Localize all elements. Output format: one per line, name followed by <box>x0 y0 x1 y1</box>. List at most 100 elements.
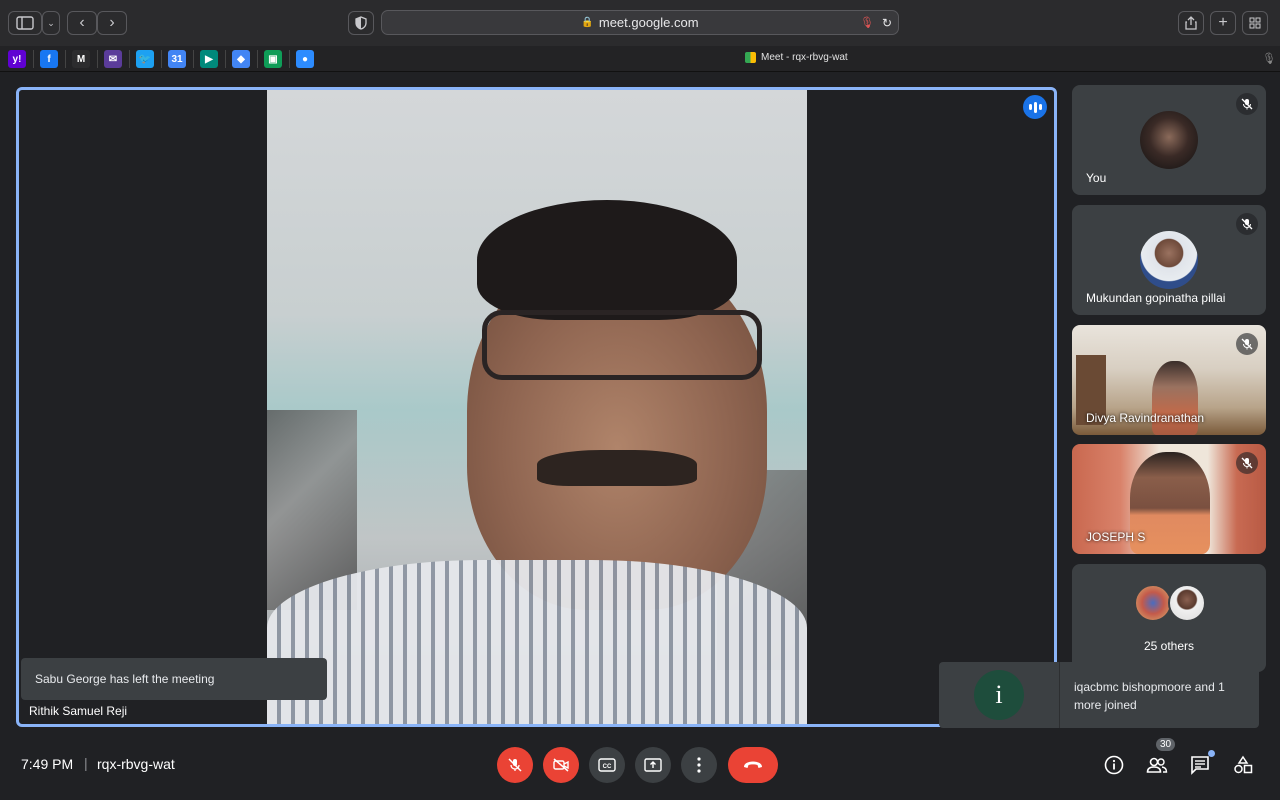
bookmark-separator <box>289 50 290 68</box>
meeting-separator: | <box>84 755 88 771</box>
avatar <box>1134 584 1172 622</box>
browser-toolbar: ⌄ ‹ › 🔒 meet.google.com 🎙 ↻ + <box>0 0 1280 46</box>
main-speaker-video <box>267 90 807 724</box>
microphone-icon[interactable]: 🎙 <box>860 16 874 29</box>
avatar <box>1168 584 1206 622</box>
reload-icon[interactable]: ↻ <box>882 16 892 30</box>
captions-button[interactable]: CC <box>589 747 625 783</box>
lock-icon: 🔒 <box>581 17 594 28</box>
leave-call-button[interactable] <box>728 747 778 783</box>
gmail-icon[interactable]: M <box>72 50 90 68</box>
share-button[interactable] <box>1178 11 1204 35</box>
classroom-icon[interactable]: ▣ <box>264 50 282 68</box>
participant-name: Mukundan gopinatha pillai <box>1086 291 1226 305</box>
participant-name: JOSEPH S <box>1086 530 1146 544</box>
zoom-icon[interactable]: ● <box>296 50 314 68</box>
mail-icon[interactable]: ✉ <box>104 50 122 68</box>
present-icon <box>644 758 662 772</box>
sidebar-menu-button[interactable]: ⌄ <box>42 11 60 35</box>
notification-text: Sabu George has left the meeting <box>35 672 215 686</box>
meeting-time: 7:49 PM <box>21 756 74 772</box>
tab-overview-button[interactable] <box>1242 11 1268 35</box>
participant-tile-you[interactable]: You <box>1072 85 1266 195</box>
chat-notification-dot <box>1208 750 1215 757</box>
others-tile[interactable]: 25 others <box>1072 564 1266 672</box>
others-count: 25 others <box>1143 639 1195 653</box>
chat-button[interactable] <box>1187 750 1215 778</box>
left-meeting-notification: Sabu George has left the meeting <box>21 658 327 700</box>
sidebar-icon <box>16 16 34 30</box>
activities-button[interactable] <box>1230 752 1256 778</box>
chevron-down-icon: ⌄ <box>47 17 55 28</box>
participant-count-badge: 30 <box>1156 738 1176 751</box>
participant-tile-mukundan[interactable]: Mukundan gopinatha pillai <box>1072 205 1266 315</box>
meeting-details-button[interactable] <box>1101 752 1127 778</box>
participant-name: You <box>1086 171 1107 185</box>
participant-tile-divya[interactable]: Divya Ravindranathan <box>1072 325 1266 435</box>
bookmark-separator <box>161 50 162 68</box>
forward-button[interactable]: › <box>97 11 127 35</box>
calendar-icon[interactable]: 31 <box>168 50 186 68</box>
chat-icon <box>1191 756 1209 775</box>
bookmarks-bar: y! f M ✉ 🐦 31 ▶ ◆ ▣ ● <box>0 46 1280 72</box>
meeting-code: rqx-rbvg-wat <box>97 756 175 772</box>
mic-off-icon <box>1236 213 1258 235</box>
url-text: meet.google.com <box>598 15 699 30</box>
people-icon <box>1146 757 1168 773</box>
mic-off-icon <box>508 758 522 772</box>
notification-text: iqacbmc bishopmoore and 1 more joined <box>1074 680 1225 712</box>
svg-text:CC: CC <box>603 764 612 770</box>
tab-title: Meet - rqx-rbvg-wat <box>761 52 848 63</box>
info-icon: i <box>974 670 1024 720</box>
yahoo-icon[interactable]: y! <box>8 50 26 68</box>
bookmark-separator <box>129 50 130 68</box>
end-call-icon <box>744 761 762 768</box>
bookmark-separator <box>65 50 66 68</box>
audio-wave-icon <box>1028 101 1042 113</box>
main-video-stage[interactable]: Rithik Samuel Reji <box>16 87 1057 727</box>
present-screen-button[interactable] <box>635 747 671 783</box>
shield-icon <box>355 16 367 30</box>
bookmark-separator <box>193 50 194 68</box>
meet-favicon-icon <box>745 52 756 63</box>
share-icon <box>1185 16 1197 30</box>
speaking-indicator <box>1023 95 1047 119</box>
active-tab[interactable]: Meet - rqx-rbvg-wat <box>745 52 848 63</box>
privacy-button[interactable] <box>348 11 374 35</box>
participant-name: Divya Ravindranathan <box>1086 411 1205 425</box>
camera-off-icon <box>553 758 569 772</box>
camera-toggle-button[interactable] <box>543 747 579 783</box>
grid-icon <box>1249 17 1261 29</box>
participants-button[interactable]: 30 <box>1144 738 1176 778</box>
avatar <box>1140 231 1198 289</box>
speaker-name: Rithik Samuel Reji <box>29 704 128 718</box>
mic-off-icon <box>1236 452 1258 474</box>
back-button[interactable]: ‹ <box>67 11 97 35</box>
microphone-toggle-button[interactable] <box>497 747 533 783</box>
meet-icon[interactable]: ▶ <box>200 50 218 68</box>
avatar <box>1140 111 1198 169</box>
bookmark-separator <box>33 50 34 68</box>
info-circle-icon <box>1104 755 1124 775</box>
address-bar[interactable]: 🔒 meet.google.com 🎙 ↻ <box>381 10 899 35</box>
mic-off-icon <box>1236 93 1258 115</box>
twitter-icon[interactable]: 🐦 <box>136 50 154 68</box>
plus-icon: + <box>1218 14 1228 31</box>
facebook-icon[interactable]: f <box>40 50 58 68</box>
bookmark-separator <box>257 50 258 68</box>
chevron-left-icon: ‹ <box>79 14 85 31</box>
closed-captions-icon: CC <box>598 758 616 772</box>
more-vertical-icon <box>697 757 701 773</box>
chevron-right-icon: › <box>109 14 115 31</box>
bookmark-separator <box>225 50 226 68</box>
more-options-button[interactable] <box>681 747 717 783</box>
shapes-icon <box>1234 755 1253 774</box>
maps-icon[interactable]: ◆ <box>232 50 250 68</box>
mic-off-icon <box>1236 333 1258 355</box>
tab-audio-icon[interactable]: 🎙 <box>1262 52 1276 65</box>
sidebar-toggle-button[interactable] <box>8 11 42 35</box>
participant-tile-joseph[interactable]: JOSEPH S <box>1072 444 1266 554</box>
new-tab-button[interactable]: + <box>1210 11 1236 35</box>
notification-divider <box>1059 662 1060 728</box>
meeting-control-bar: 7:49 PM | rqx-rbvg-wat CC 30 <box>0 730 1280 800</box>
